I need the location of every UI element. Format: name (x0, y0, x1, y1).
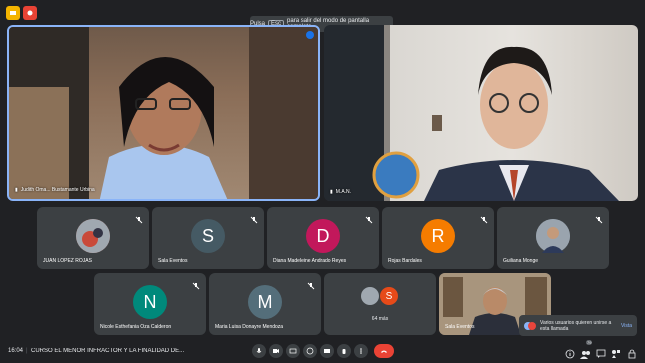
participant-tile[interactable]: D Diana Madeleine Andrado Reyes (267, 207, 379, 269)
participant-name: Sala Eventos (445, 324, 475, 330)
avatar-photo-icon (536, 219, 570, 253)
avatar: N (133, 285, 167, 319)
participant-name: Nicole Esthefania Oza Calderon (100, 324, 172, 330)
video-tile-man[interactable]: ▮ M.A.N. (324, 25, 638, 201)
captions-icon (289, 348, 297, 354)
participant-video-judith (9, 27, 318, 199)
separator: | (26, 348, 28, 354)
avatar (536, 219, 570, 253)
mic-muted-icon (480, 211, 488, 224)
avatar-group-icon (524, 321, 536, 330)
mic-icon (256, 348, 262, 353)
people-icon (580, 351, 590, 359)
participant-tile[interactable]: Guiliana Monge (497, 207, 609, 269)
chat-button[interactable] (596, 346, 606, 358)
emoji-button[interactable] (303, 344, 317, 358)
video-tile-judith[interactable]: ▮ Judith Oma... Bustamante Urbina (7, 25, 320, 201)
avatar (76, 219, 110, 253)
participant-name: Diana Madeleine Andrado Reyes (273, 258, 347, 264)
participant-name-text: Judith Oma... Bustamante Urbina (20, 187, 95, 193)
more-options-button[interactable] (354, 344, 368, 358)
camera-button[interactable] (269, 344, 283, 358)
mic-muted-icon (250, 211, 258, 224)
participant-tile[interactable]: M Maria Luisa Donayre Mendoza (209, 273, 321, 335)
info-button[interactable] (565, 346, 575, 359)
end-call-button[interactable] (374, 344, 394, 358)
present-button[interactable] (320, 344, 334, 358)
participant-name: JUAN LOPEZ ROJAS (43, 258, 92, 264)
avatar: S (380, 287, 398, 305)
record-icon[interactable] (23, 6, 37, 20)
lock-person-icon (628, 349, 636, 359)
hand-icon (342, 349, 346, 354)
avatar: D (306, 219, 340, 253)
participant-tile[interactable]: N Nicole Esthefania Oza Calderon (94, 273, 206, 335)
toast-text: Varios usuarios quieren unirse a esta ll… (540, 319, 612, 332)
camera-icon (273, 349, 279, 353)
participant-name: Rojas Bardales (388, 258, 422, 264)
people-button[interactable]: 79 (580, 340, 593, 359)
pin-icon: ▮ (15, 187, 18, 193)
captions-button[interactable] (286, 344, 300, 358)
avatar-photo-icon (76, 219, 110, 253)
avatar: M (248, 285, 282, 319)
more-count: 64 más (371, 316, 389, 322)
avatar: S (191, 219, 225, 253)
meeting-title: CURSO EL MENOR INFRACTOR Y LA FINALIDAD … (31, 348, 185, 354)
participant-tile[interactable]: JUAN LOPEZ ROJAS (37, 207, 149, 269)
mic-muted-icon (365, 211, 373, 224)
mic-muted-icon (135, 211, 143, 224)
present-icon (324, 349, 330, 353)
participant-name: ▮ Judith Oma... Bustamante Urbina (15, 187, 95, 193)
participant-name: ▮ M.A.N. (330, 189, 351, 195)
join-request-toast: Varios usuarios quieren unirse a esta ll… (519, 315, 637, 336)
raise-hand-button[interactable] (337, 344, 351, 358)
info-icon (565, 349, 575, 359)
participant-name-text: M.A.N. (335, 189, 352, 195)
mic-muted-icon (595, 211, 603, 224)
emoji-icon (306, 347, 314, 355)
mic-muted-icon (192, 277, 200, 290)
more-vert-icon (360, 348, 362, 354)
avatar: R (421, 219, 455, 253)
app-icon[interactable] (6, 6, 20, 20)
more-participants-tile[interactable]: S 64 más (324, 273, 436, 335)
participant-tile[interactable]: R Rojas Bardales (382, 207, 494, 269)
pin-icon: ▮ (330, 189, 333, 195)
app-glyph-icon (10, 11, 16, 15)
avatar (361, 287, 379, 305)
participant-name: Sala Eventos (158, 258, 188, 264)
participant-video-man (324, 25, 619, 201)
chat-icon (596, 349, 606, 358)
participant-tile[interactable]: S Sala Eventos (152, 207, 264, 269)
mic-button[interactable] (252, 344, 266, 358)
host-controls-button[interactable] (627, 346, 637, 359)
record-dot-icon (27, 10, 33, 16)
activities-button[interactable] (611, 346, 621, 358)
participant-name: Guiliana Monge (503, 258, 539, 264)
participant-name: Maria Luisa Donayre Mendoza (215, 324, 284, 330)
view-button[interactable]: Vista (621, 323, 632, 329)
clock: 16:04 (8, 348, 24, 354)
mic-muted-icon (307, 277, 315, 290)
speaking-indicator-icon (306, 31, 314, 39)
shapes-icon (612, 350, 620, 358)
phone-hangup-icon (381, 350, 387, 353)
